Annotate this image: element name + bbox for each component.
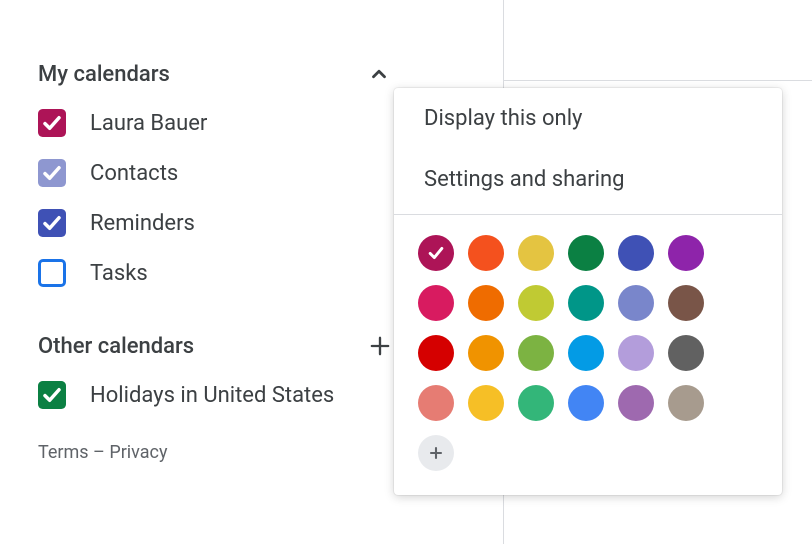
color-swatch[interactable]: [468, 235, 504, 271]
calendar-checkbox[interactable]: [38, 159, 66, 187]
footer-links: Terms – Privacy: [38, 442, 398, 463]
calendar-checkbox[interactable]: [38, 381, 66, 409]
my-calendar-item[interactable]: Tasks: [38, 248, 398, 298]
my-calendars-title: My calendars: [38, 62, 170, 87]
color-swatch[interactable]: [568, 285, 604, 321]
color-swatch[interactable]: [618, 335, 654, 371]
calendar-sidebar: My calendars Laura Bauer Contacts Reminder…: [38, 50, 398, 463]
color-swatch[interactable]: [618, 385, 654, 421]
color-swatch[interactable]: [468, 335, 504, 371]
terms-link[interactable]: Terms: [38, 442, 89, 463]
horizontal-divider: [503, 80, 812, 81]
color-swatch[interactable]: [518, 285, 554, 321]
calendar-options-popup: Display this only Settings and sharing: [394, 88, 782, 495]
color-swatch[interactable]: [418, 335, 454, 371]
chevron-up-icon: [368, 63, 390, 85]
popup-divider: [394, 214, 782, 215]
calendar-label: Contacts: [90, 161, 178, 186]
add-calendar-button[interactable]: [362, 328, 398, 364]
color-swatch[interactable]: [418, 285, 454, 321]
color-swatch[interactable]: [518, 235, 554, 271]
color-swatch[interactable]: [518, 385, 554, 421]
other-calendars-list: Holidays in United States: [38, 370, 398, 420]
other-calendar-item[interactable]: Holidays in United States: [38, 370, 398, 420]
calendar-label: Holidays in United States: [90, 383, 334, 408]
color-swatch[interactable]: [668, 335, 704, 371]
my-calendars-header[interactable]: My calendars: [38, 50, 398, 98]
color-swatch-grid: [394, 231, 782, 475]
color-swatch[interactable]: [568, 235, 604, 271]
footer-separator: –: [89, 442, 110, 463]
my-calendar-item[interactable]: Reminders: [38, 198, 398, 248]
color-swatch[interactable]: [668, 235, 704, 271]
color-swatch[interactable]: [468, 285, 504, 321]
color-swatch[interactable]: [518, 335, 554, 371]
color-swatch-selected[interactable]: [418, 235, 454, 271]
color-swatch[interactable]: [618, 285, 654, 321]
color-swatch[interactable]: [618, 235, 654, 271]
add-custom-color-button[interactable]: [418, 435, 454, 471]
other-calendars-title: Other calendars: [38, 334, 194, 359]
calendar-checkbox[interactable]: [38, 109, 66, 137]
calendar-label: Tasks: [90, 261, 148, 286]
color-swatch[interactable]: [418, 385, 454, 421]
my-calendars-list: Laura Bauer Contacts Reminders Tasks: [38, 98, 398, 298]
menu-settings-sharing[interactable]: Settings and sharing: [394, 149, 782, 210]
color-swatch[interactable]: [468, 385, 504, 421]
menu-display-this-only[interactable]: Display this only: [394, 88, 782, 149]
calendar-checkbox[interactable]: [38, 209, 66, 237]
color-swatch[interactable]: [668, 385, 704, 421]
color-swatch[interactable]: [568, 335, 604, 371]
other-calendars-header[interactable]: Other calendars: [38, 322, 398, 370]
my-calendar-item[interactable]: Laura Bauer: [38, 98, 398, 148]
color-swatch[interactable]: [668, 285, 704, 321]
calendar-checkbox[interactable]: [38, 259, 66, 287]
calendar-label: Reminders: [90, 211, 195, 236]
calendar-label: Laura Bauer: [90, 111, 207, 136]
my-calendar-item[interactable]: Contacts: [38, 148, 398, 198]
privacy-link[interactable]: Privacy: [109, 442, 167, 463]
color-swatch[interactable]: [568, 385, 604, 421]
